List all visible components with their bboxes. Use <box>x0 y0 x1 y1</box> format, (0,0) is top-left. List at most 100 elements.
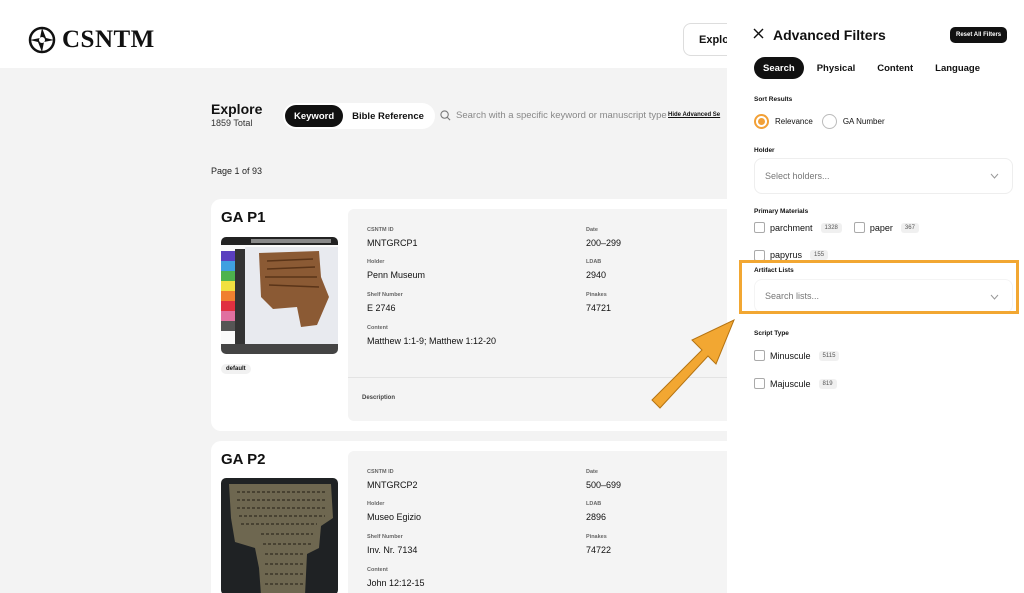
relevance-radio[interactable] <box>754 114 769 129</box>
tab-language[interactable]: Language <box>926 57 989 79</box>
manuscript-thumbnail[interactable] <box>221 237 338 354</box>
sort-options: Relevance GA Number <box>754 114 894 129</box>
content-field: Content John 12:12-15 <box>367 567 425 588</box>
pinakes-value: 74722 <box>586 545 612 555</box>
holder-select-placeholder: Select holders... <box>765 171 830 181</box>
shelf-number-value: Inv. Nr. 7134 <box>367 545 418 555</box>
tab-keyword[interactable]: Keyword <box>285 105 344 127</box>
ldab-value: 2940 <box>586 270 607 280</box>
paper-checkbox[interactable] <box>853 222 865 233</box>
content-label: Content <box>367 325 388 331</box>
holder-label: Holder <box>367 259 385 265</box>
arrow-pointer-icon <box>651 318 735 409</box>
minuscule-label: Minuscule <box>770 350 811 361</box>
ldab-field: LDAB 2940 <box>586 259 606 280</box>
pinakes-label: Pinakes <box>586 292 607 298</box>
pinakes-label: Pinakes <box>586 534 607 540</box>
paper-label: paper <box>869 222 893 233</box>
ga-number-radio[interactable] <box>821 114 837 129</box>
script-type-label: Script Type <box>754 330 789 337</box>
reset-all-filters-button[interactable]: Reset All Filters <box>950 27 1008 43</box>
shelf-number-label: Shelf Number <box>367 534 403 540</box>
content-value: Matthew 1:1-9; Matthew 1:12-20 <box>367 336 497 346</box>
manuscript-card[interactable]: GA P2 CSNTM ID MNTGRCP2 Date 500–699 Hol… <box>211 441 741 593</box>
close-icon[interactable] <box>753 28 764 39</box>
card-title: GA P1 <box>221 209 266 226</box>
csntm-id-value: MNTGRCP1 <box>367 238 418 248</box>
sort-results-label: Sort Results <box>754 96 793 103</box>
shelf-number-label: Shelf Number <box>367 292 403 298</box>
csntm-id-field: CSNTM ID MNTGRCP1 <box>367 227 418 248</box>
majuscule-count: 819 <box>818 378 837 389</box>
csntm-id-value: MNTGRCP2 <box>367 480 418 490</box>
filter-tabs: Search Physical Content Language <box>754 57 989 79</box>
csntm-id-label: CSNTM ID <box>367 469 394 475</box>
holder-filter-label: Holder <box>754 147 775 154</box>
holder-label: Holder <box>367 501 385 507</box>
papyrus-image-icon <box>221 237 338 354</box>
csntm-id-label: CSNTM ID <box>367 227 394 233</box>
hide-advanced-search-link[interactable]: Hide Advanced Se <box>668 112 720 118</box>
minuscule-count: 5115 <box>818 350 840 361</box>
script-row: Majuscule 819 <box>754 378 849 389</box>
script-row: Minuscule 5115 <box>754 350 851 361</box>
papyrus-image-icon <box>221 478 338 593</box>
csntm-logo[interactable]: CSNTM <box>28 26 155 54</box>
tab-bible-reference[interactable]: Bible Reference <box>343 105 433 127</box>
manuscript-metadata: CSNTM ID MNTGRCP2 Date 500–699 Holder Mu… <box>348 451 741 593</box>
primary-materials-label: Primary Materials <box>754 208 809 215</box>
page-info: Page 1 of 93 <box>211 166 263 176</box>
content-value: John 12:12-15 <box>367 578 425 588</box>
ldab-field: LDAB 2896 <box>586 501 606 522</box>
chevron-down-icon <box>990 173 999 179</box>
card-title: GA P2 <box>221 451 266 468</box>
explore-title: Explore <box>211 101 263 117</box>
parchment-checkbox[interactable] <box>754 222 765 233</box>
papyrus-count: 155 <box>810 250 829 260</box>
holder-select[interactable]: Select holders... <box>754 158 1013 194</box>
materials-row: parchment 1328 paper 367 <box>754 222 931 233</box>
holder-value: Museo Egizio <box>367 512 422 522</box>
manuscript-thumbnail[interactable] <box>221 478 338 593</box>
papyrus-checkbox[interactable] <box>754 250 765 260</box>
csntm-id-field: CSNTM ID MNTGRCP2 <box>367 469 418 490</box>
search-input[interactable]: Search with a specific keyword or manusc… <box>440 110 667 121</box>
ga-number-label: GA Number <box>842 117 885 126</box>
explore-total: 1859 Total <box>211 118 253 128</box>
status-badge: default <box>221 364 251 374</box>
materials-row: papyrus 155 <box>754 250 840 260</box>
content-field: Content Matthew 1:1-9; Matthew 1:12-20 <box>367 325 496 346</box>
paper-count: 367 <box>900 222 919 233</box>
date-label: Date <box>586 227 598 233</box>
tab-search[interactable]: Search <box>754 57 804 79</box>
minuscule-checkbox[interactable] <box>754 350 765 361</box>
search-icon <box>440 110 451 121</box>
parchment-label: parchment <box>770 222 813 233</box>
ldab-value: 2896 <box>586 512 607 522</box>
date-field: Date 200–299 <box>586 227 621 248</box>
holder-field: Holder Penn Museum <box>367 259 425 280</box>
holder-value: Penn Museum <box>367 270 426 280</box>
date-value: 200–299 <box>586 238 622 248</box>
search-mode-toggle: Keyword Bible Reference <box>283 103 435 129</box>
holder-field: Holder Museo Egizio <box>367 501 421 522</box>
majuscule-checkbox[interactable] <box>754 378 765 389</box>
date-label: Date <box>586 469 598 475</box>
content-label: Content <box>367 567 388 573</box>
date-value: 500–699 <box>586 480 622 490</box>
aperture-logo-icon <box>28 26 56 54</box>
panel-title: Advanced Filters <box>773 27 886 43</box>
papyrus-label: papyrus <box>770 250 803 260</box>
description-label: Description <box>362 395 396 401</box>
parchment-count: 1328 <box>820 222 842 233</box>
shelf-number-value: E 2746 <box>367 303 396 313</box>
tab-physical[interactable]: Physical <box>808 57 865 79</box>
tab-content[interactable]: Content <box>868 57 922 79</box>
shelf-number-field: Shelf Number Inv. Nr. 7134 <box>367 534 417 555</box>
pinakes-field: Pinakes 74721 <box>586 292 611 313</box>
artifact-lists-highlight <box>739 260 1019 314</box>
logo-text: CSNTM <box>62 26 155 53</box>
pinakes-field: Pinakes 74722 <box>586 534 611 555</box>
pinakes-value: 74721 <box>586 303 612 313</box>
relevance-label: Relevance <box>775 117 813 126</box>
